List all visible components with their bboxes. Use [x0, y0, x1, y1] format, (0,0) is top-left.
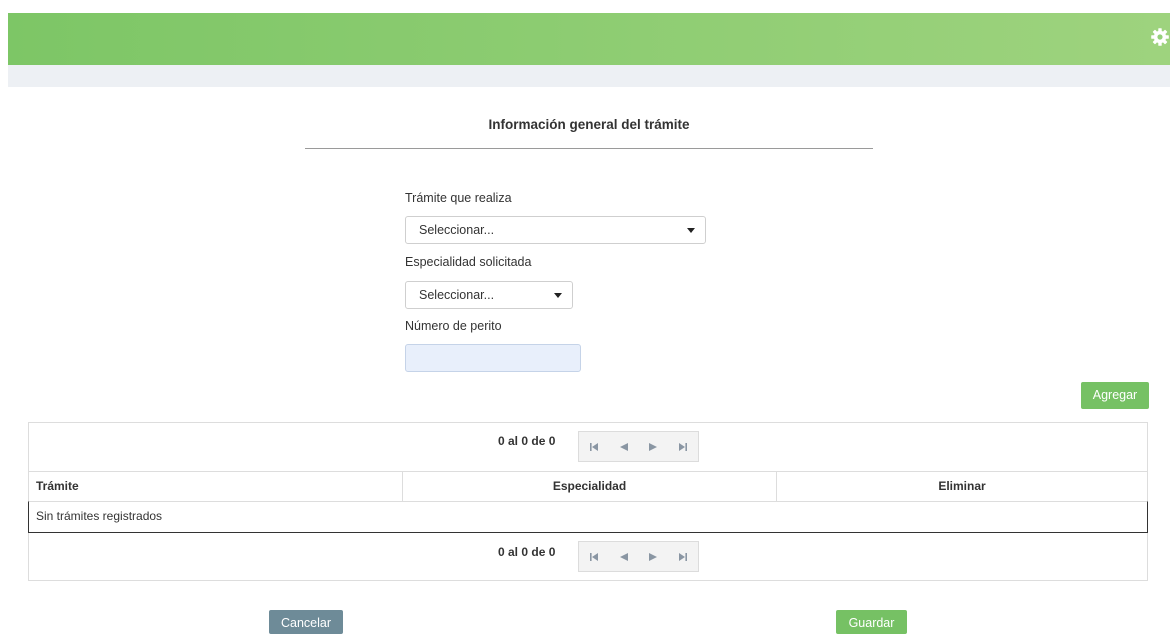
perito-label: Número de perito: [405, 319, 502, 333]
tramite-select[interactable]: Seleccionar...: [405, 216, 706, 244]
pager-top: [578, 431, 699, 462]
especialidad-select-value: Seleccionar...: [419, 288, 495, 302]
pager-summary-bottom: 0 al 0 de 0: [498, 545, 556, 559]
section-title: Información general del trámite: [488, 117, 690, 132]
column-header-especialidad[interactable]: Especialidad: [402, 472, 776, 501]
app-header: [8, 13, 1170, 65]
sub-header-bar: [8, 65, 1170, 87]
prev-page-icon[interactable]: [609, 542, 639, 571]
tramite-select-value: Seleccionar...: [419, 223, 495, 237]
especialidad-select[interactable]: Seleccionar...: [405, 281, 573, 309]
tramite-label: Trámite que realiza: [405, 191, 512, 205]
first-page-icon[interactable]: [579, 542, 609, 571]
pager-summary-top: 0 al 0 de 0: [498, 434, 556, 448]
gear-icon[interactable]: [1150, 27, 1170, 47]
first-page-icon[interactable]: [579, 432, 609, 461]
chevron-down-icon: [687, 228, 695, 233]
section-divider: [305, 148, 873, 149]
next-page-icon[interactable]: [639, 542, 669, 571]
empty-table-message: Sin trámites registrados: [28, 501, 1148, 533]
last-page-icon[interactable]: [668, 542, 698, 571]
prev-page-icon[interactable]: [609, 432, 639, 461]
especialidad-label: Especialidad solicitada: [405, 255, 532, 269]
next-page-icon[interactable]: [639, 432, 669, 461]
table-header: Trámite Especialidad Eliminar: [29, 471, 1147, 502]
add-button[interactable]: Agregar: [1081, 382, 1149, 409]
column-header-tramite[interactable]: Trámite: [29, 472, 402, 501]
column-header-eliminar[interactable]: Eliminar: [776, 472, 1147, 501]
tramites-grid: 0 al 0 de 0 Trámite Especialidad Elimina…: [28, 422, 1148, 581]
perito-input[interactable]: [405, 344, 581, 372]
chevron-down-icon: [554, 293, 562, 298]
save-button[interactable]: Guardar: [836, 610, 907, 634]
cancel-button[interactable]: Cancelar: [269, 610, 343, 634]
last-page-icon[interactable]: [668, 432, 698, 461]
pager-bottom: [578, 541, 699, 572]
